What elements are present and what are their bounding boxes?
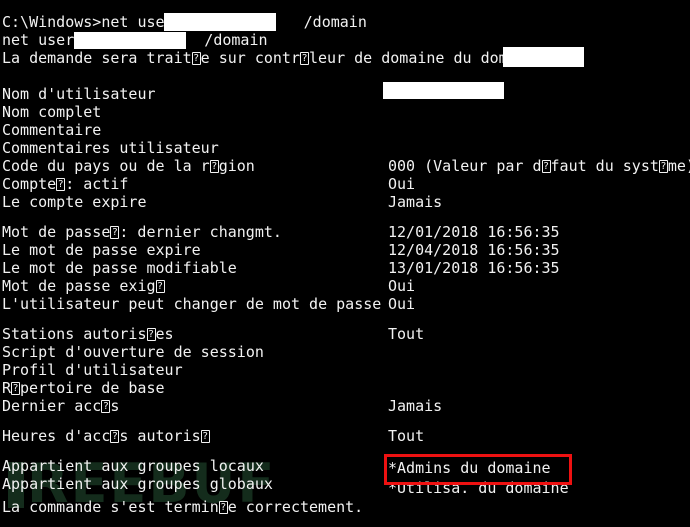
dispatch-notice-line: La demande sera trait?e sur contr?leur d… [2, 49, 553, 67]
mojibake-glyph: ? [300, 52, 309, 65]
field-label-password-expires: Le mot de passe expire [2, 241, 201, 259]
label-text: es [155, 325, 174, 343]
field-label-user-comment: Commentaires utilisateur [2, 139, 219, 157]
label-text: Le mot de passe modifiable [2, 259, 237, 277]
label-text: Heures d'acc [2, 427, 111, 445]
field-value-global-group-users: *Utilisa. du domaine [388, 479, 569, 497]
mojibake-glyph: ? [209, 160, 219, 173]
field-label-workstations-allowed: Stations autoris?es [2, 325, 174, 343]
field-value-last-logon: Jamais [388, 397, 443, 415]
label-text: Le compte expire [2, 193, 147, 211]
field-label-last-logon: Dernier acc?s [2, 397, 119, 415]
label-text: Nom d'utilisateur [2, 85, 156, 103]
field-label-logon-script: Script d'ouverture de session [2, 343, 264, 361]
field-label-password-last-set: Mot de passe?: dernier changmt. [2, 223, 282, 241]
field-label-password-required: Mot de passe exig? [2, 277, 165, 295]
prompt-command-suffix: /domain [294, 13, 367, 31]
redacted-username-echo [74, 32, 186, 49]
footer-text: e correctement. [227, 498, 364, 516]
field-label-logon-hours-allowed: Heures d'acc?s autoris? [2, 427, 210, 445]
mojibake-glyph: ? [101, 400, 111, 413]
value-text: me) [667, 157, 690, 175]
label-text: Compte [2, 175, 57, 193]
mojibake-glyph: ? [11, 382, 21, 395]
field-label-country-code: Code du pays ou de la r?gion [2, 157, 255, 175]
mojibake-glyph: ? [146, 328, 156, 341]
field-label-user-profile: Profil d'utilisateur [2, 361, 183, 379]
field-value-country-code: 000 (Valeur par d?faut du syst?me) [388, 157, 690, 175]
redacted-username-prompt [164, 13, 276, 31]
label-text: Stations autoris [2, 325, 147, 343]
field-label-username: Nom d'utilisateur [2, 85, 156, 103]
mojibake-glyph: ? [110, 226, 120, 239]
label-text: R [2, 379, 12, 397]
dispatch-part-1: La demande sera trait [2, 49, 192, 67]
label-text: Dernier acc [2, 397, 102, 415]
label-text: Appartient aux groupes locaux [2, 457, 264, 475]
mojibake-glyph: ? [541, 160, 551, 173]
label-text: Commentaires utilisateur [2, 139, 219, 157]
field-label-home-directory: R?pertoire de base [2, 379, 165, 397]
label-text: s autoris [119, 427, 201, 445]
mojibake-glyph: ? [56, 178, 66, 191]
field-value-password-changeable: 13/01/2018 16:56:35 [388, 259, 560, 277]
command-result-line: La commande s'est termin?e correctement. [2, 498, 363, 516]
field-label-global-group-memberships: Appartient aux groupes globaux [2, 475, 273, 493]
field-value-account-expires: Jamais [388, 193, 443, 211]
mojibake-glyph: ? [218, 501, 228, 514]
label-text: Script d'ouverture de session [2, 343, 264, 361]
label-text: Mot de passe exig [2, 277, 156, 295]
redacted-username-value [383, 82, 504, 99]
field-value-global-group-admins: *Admins du domaine [388, 459, 551, 477]
label-text: gion [218, 157, 255, 175]
field-value-password-last-set: 12/01/2018 16:56:35 [388, 223, 560, 241]
value-text: 000 (Valeur par d [388, 157, 542, 175]
echo-command-suffix: /domain [195, 31, 268, 49]
label-text: s [110, 397, 120, 415]
dispatch-part-2: e sur contr [200, 49, 300, 67]
field-label-comment: Commentaire [2, 121, 101, 139]
label-text: Code du pays ou de la r [2, 157, 210, 175]
field-label-account-expires: Le compte expire [2, 193, 147, 211]
field-label-fullname: Nom complet [2, 103, 101, 121]
label-text: L'utilisateur peut changer de mot de pas… [2, 295, 382, 313]
field-value-password-required: Oui [388, 277, 416, 295]
label-text: Le mot de passe expire [2, 241, 201, 259]
field-value-user-may-change-password: Oui [388, 295, 416, 313]
label-text: : actif [65, 175, 129, 193]
field-label-local-group-memberships: Appartient aux groupes locaux [2, 457, 264, 475]
label-text: Appartient aux groupes globaux [2, 475, 273, 493]
field-value-account-active: Oui [388, 175, 416, 193]
label-text: pertoire de base [20, 379, 165, 397]
prompt-command: C:\Windows>net user [2, 13, 183, 31]
field-value-password-expires: 12/04/2018 16:56:35 [388, 241, 560, 259]
label-text: Mot de passe [2, 223, 111, 241]
footer-text: La commande s'est termin [2, 498, 219, 516]
mojibake-glyph: ? [155, 280, 165, 293]
redacted-domain-name [503, 47, 584, 67]
label-text: Profil d'utilisateur [2, 361, 183, 379]
value-text: faut du syst [550, 157, 659, 175]
field-value-logon-hours-allowed: Tout [388, 427, 425, 445]
label-text: : dernier changmt. [119, 223, 282, 241]
field-label-account-active: Compte?: actif [2, 175, 128, 193]
field-value-workstations-allowed: Tout [388, 325, 425, 343]
mojibake-glyph: ? [200, 430, 210, 443]
field-label-user-may-change-password: L'utilisateur peut changer de mot de pas… [2, 295, 381, 313]
echo-command: net user [2, 31, 84, 49]
label-text: Nom complet [2, 103, 102, 121]
label-text: Commentaire [2, 121, 102, 139]
console-text-layer: C:\Windows>net user /domain net user /do… [0, 0, 690, 527]
field-label-password-changeable: Le mot de passe modifiable [2, 259, 237, 277]
command-prompt-window: REEBUF C:\Windows>net user /domain net u… [0, 0, 690, 527]
mojibake-glyph: ? [110, 430, 120, 443]
mojibake-glyph: ? [658, 160, 668, 173]
mojibake-glyph: ? [191, 52, 201, 65]
